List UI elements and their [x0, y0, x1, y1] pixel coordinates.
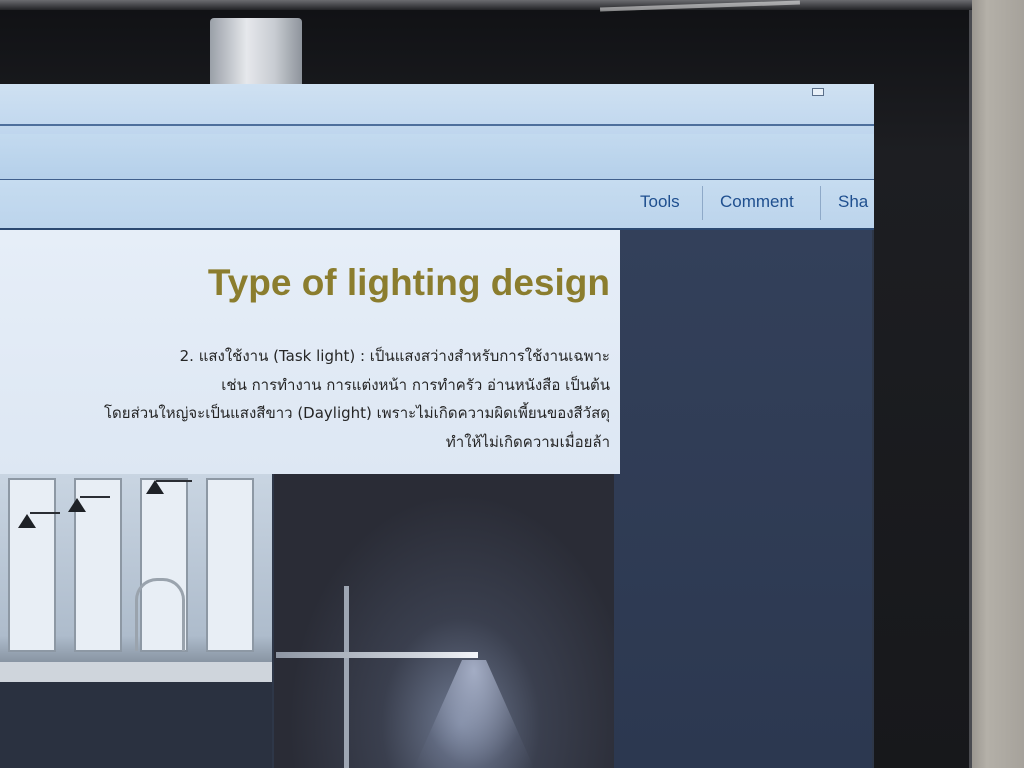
light-beam: [414, 660, 534, 768]
monitor-screen: Tools Comment Sha Type of lighting desig…: [0, 84, 874, 768]
reader-toolbar: Tools Comment Sha: [0, 180, 874, 230]
lamp-bar: [276, 652, 478, 658]
faucet: [135, 578, 185, 651]
wall-lamp: [68, 498, 86, 512]
webcam-clip: [210, 18, 302, 86]
body-line: โดยส่วนใหญ่จะเป็นแสงสีขาว (Daylight) เพร…: [103, 404, 610, 422]
comment-button[interactable]: Comment: [720, 192, 794, 212]
window-pane: [206, 478, 254, 652]
monitor-top-edge: [0, 0, 972, 10]
window-pane: [8, 478, 56, 652]
ribbon-bar: [0, 134, 874, 222]
document-page: Type of lighting design 2. แสงใช้งาน (Ta…: [0, 230, 620, 474]
slide-body: 2. แสงใช้งาน (Task light) : เป็นแสงสว่าง…: [10, 342, 610, 456]
title-bar: [0, 84, 874, 135]
body-line: ทำให้ไม่เกิดความเมื่อยล้า: [445, 432, 610, 451]
kitchen-photo: [0, 474, 272, 768]
task-lamp-photo: [274, 474, 614, 768]
body-line: เช่น การทำงาน การแต่งหน้า การทำครัว อ่าน…: [221, 375, 610, 394]
countertop: [0, 662, 272, 682]
toolbar-separator: [820, 186, 821, 220]
cabinets: [0, 682, 272, 768]
slide-title: Type of lighting design: [207, 262, 610, 303]
share-button[interactable]: Sha: [838, 192, 868, 212]
toolbar-separator: [702, 186, 703, 220]
wall-lamp: [146, 480, 164, 494]
tools-button[interactable]: Tools: [640, 192, 680, 212]
minimize-icon[interactable]: [812, 88, 824, 96]
lamp-pole: [344, 586, 349, 768]
body-line: 2. แสงใช้งาน (Task light) : เป็นแสงสว่าง…: [179, 347, 610, 365]
side-panel: [614, 230, 872, 768]
wall-lamp: [18, 514, 36, 528]
title-bar-divider: [0, 124, 874, 126]
